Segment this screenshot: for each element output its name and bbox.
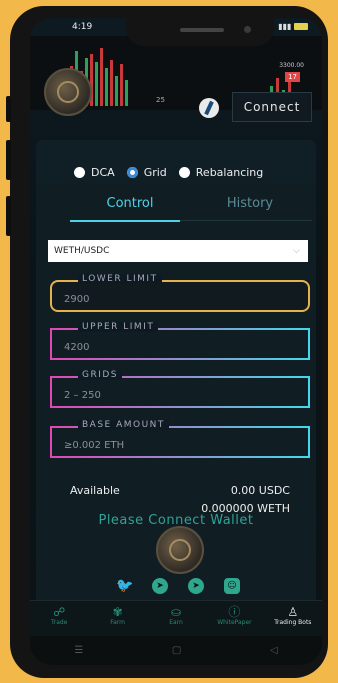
radio-grid-label[interactable]: Grid: [144, 166, 167, 179]
grids-label: GRIDS: [78, 370, 123, 380]
info-icon: ⓘ: [228, 605, 241, 619]
price-tag: 17: [285, 72, 300, 82]
tab-divider: [180, 220, 312, 221]
telegram-channel-icon[interactable]: ➤: [188, 578, 204, 594]
upper-limit-label: UPPER LIMIT: [78, 322, 159, 332]
notch: [126, 18, 274, 46]
base-amount-label: BASE AMOUNT: [78, 420, 169, 430]
telegram-icon[interactable]: ➤: [152, 578, 168, 594]
connect-button[interactable]: Connect: [232, 92, 312, 122]
trade-icon: ☍: [53, 605, 66, 619]
twitter-icon[interactable]: 🐦: [116, 578, 133, 594]
nav-item-earn[interactable]: ⛀ Earn: [147, 601, 205, 637]
chevron-down-icon: ⌵: [293, 246, 300, 256]
nav-item-trading-bots[interactable]: ♙ Trading Bots: [264, 601, 322, 637]
side-button: [6, 196, 11, 236]
walletconnect-icon[interactable]: [199, 98, 219, 118]
price-label: 3300.00: [279, 62, 304, 69]
available-label: Available: [70, 484, 120, 497]
available-usdc: 0.00 USDC: [230, 484, 290, 497]
radio-dca-label[interactable]: DCA: [91, 166, 115, 179]
lower-limit-label: LOWER LIMIT: [78, 274, 162, 284]
battery-icon: [294, 23, 308, 30]
side-button: [6, 96, 11, 122]
home-icon[interactable]: ▢: [172, 645, 181, 656]
bottom-nav: ☍ Trade ✾ Farm ⛀ Earn ⓘ WhitePaper ♙ Trading …: [30, 600, 322, 637]
nav-item-trade[interactable]: ☍ Trade: [30, 601, 88, 637]
nav-item-whitepaper[interactable]: ⓘ WhitePaper: [205, 601, 263, 637]
radio-grid[interactable]: [126, 166, 138, 178]
system-nav-bar: ☰ ▢ ◁: [30, 636, 322, 665]
radio-dca[interactable]: [74, 166, 85, 178]
pair-select-value: WETH/USDC: [54, 246, 110, 256]
side-button: [6, 140, 11, 180]
grids-input[interactable]: 2 – 250: [64, 390, 101, 401]
status-icons: ▮▮▮: [278, 22, 308, 31]
base-amount-field[interactable]: BASE AMOUNT ≥0.002 ETH: [50, 420, 310, 458]
upper-limit-field[interactable]: UPPER LIMIT 4200: [50, 322, 310, 360]
tab-control[interactable]: Control: [82, 196, 178, 211]
chart-label: 25: [156, 96, 165, 104]
pair-select[interactable]: WETH/USDC ⌵: [48, 240, 308, 262]
nav-item-label: Trading Bots: [274, 619, 312, 626]
app-logo-coin: [156, 526, 204, 574]
strategy-selector: DCA Grid Rebalancing: [74, 164, 269, 180]
nav-item-label: Earn: [169, 619, 183, 626]
back-icon[interactable]: ◁: [270, 645, 278, 656]
nav-item-farm[interactable]: ✾ Farm: [88, 601, 146, 637]
app-screen: 4:19 ▮▮▮ 25 3300.00 17 Connect DCA Grid …: [30, 18, 322, 665]
nav-item-label: WhitePaper: [217, 619, 252, 626]
social-links: 🐦 ➤ ➤ ☺: [116, 578, 240, 594]
tab-history[interactable]: History: [200, 196, 300, 211]
nav-item-label: Farm: [110, 619, 125, 626]
base-amount-input[interactable]: ≥0.002 ETH: [64, 440, 124, 451]
upper-limit-input[interactable]: 4200: [64, 342, 89, 353]
grids-field[interactable]: GRIDS 2 – 250: [50, 370, 310, 408]
lower-limit-input[interactable]: 2900: [64, 294, 89, 305]
tab-underline: [70, 220, 180, 222]
farm-icon: ✾: [112, 605, 123, 619]
earn-icon: ⛀: [170, 605, 182, 619]
bot-icon: ♙: [287, 605, 299, 619]
status-time: 4:19: [72, 22, 93, 32]
menu-icon[interactable]: ☰: [74, 645, 83, 656]
radio-rebalancing-label[interactable]: Rebalancing: [196, 166, 263, 179]
radio-rebalancing[interactable]: [178, 166, 190, 178]
discord-icon[interactable]: ☺: [224, 578, 240, 594]
nav-item-label: Trade: [50, 619, 68, 626]
app-logo[interactable]: [44, 68, 92, 116]
lower-limit-field[interactable]: LOWER LIMIT 2900: [50, 274, 310, 312]
